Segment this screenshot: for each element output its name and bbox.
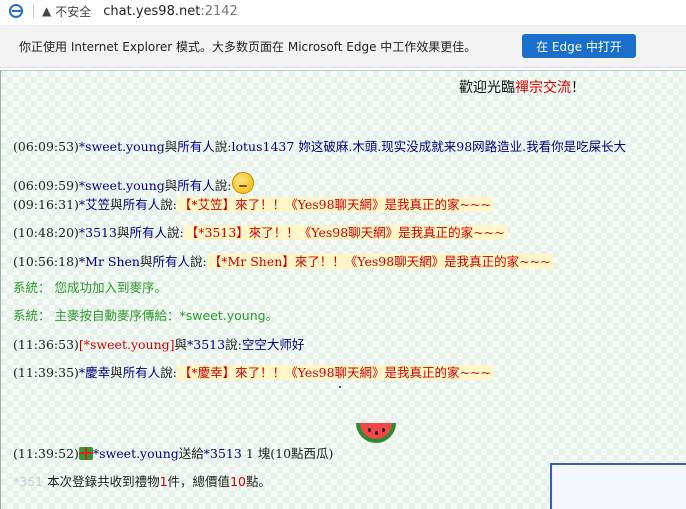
watermelon-icon: [356, 423, 396, 443]
message-said: 說:: [214, 178, 232, 193]
ie-icon: [9, 4, 23, 18]
popup-window-corner[interactable]: [550, 463, 686, 509]
summary-suffix: 點。: [245, 474, 271, 489]
gift-sender[interactable]: *sweet.young: [93, 446, 179, 461]
welcome-banner: 歡迎光臨禪宗交流！: [459, 77, 585, 97]
sender-name[interactable]: *3513: [79, 225, 117, 240]
gift-amount: 1 塊(10點西瓜): [241, 446, 334, 461]
sender-name[interactable]: [*sweet.young]: [79, 337, 175, 352]
address-bar: ▲ 不安全 chat.yes98.net:2142: [0, 0, 686, 22]
message-time: (10:48:20): [13, 225, 79, 240]
gift-summary: *351 本次登錄共收到禮物1件，總價值10點。: [13, 473, 271, 491]
message-text: 【*3513】來了！！《Yes98聊天網》是我真正的家~~~: [183, 225, 507, 240]
security-label[interactable]: 不安全: [55, 3, 91, 20]
message-text: 【*慶幸】來了！！《Yes98聊天網》是我真正的家~~~: [176, 365, 493, 380]
gift-count: 1: [159, 474, 168, 489]
recipient-name[interactable]: 所有人: [123, 197, 161, 212]
melon-seed: [375, 431, 378, 435]
message-time: (10:56:18): [13, 254, 79, 269]
message-time: (06:09:53): [13, 139, 79, 154]
message-time: (11:39:52): [13, 446, 79, 461]
message-said: 說:: [225, 337, 242, 352]
message-said: 說:: [190, 254, 207, 269]
stray-dot: [339, 386, 341, 388]
message-time: (11:36:53): [13, 337, 79, 352]
recipient-name[interactable]: 所有人: [177, 178, 215, 193]
message-said: 說:: [160, 197, 177, 212]
message-connector: 與: [139, 254, 153, 269]
summary-prefix: 本次登錄共收到禮物: [43, 474, 160, 489]
chat-message: (06:09:59)*sweet.young與所有人說:: [13, 172, 254, 195]
gift-message: (11:39:52) *sweet.young送給*3513 1 塊(10點西瓜): [13, 445, 333, 463]
recipient-name[interactable]: 所有人: [123, 365, 161, 380]
thinking-emoji-icon: [231, 172, 254, 194]
sender-name[interactable]: *Mr Shen: [79, 254, 140, 269]
sender-name[interactable]: *sweet.young: [79, 139, 165, 154]
url-port: :2142: [200, 3, 238, 19]
gift-icon: [78, 447, 93, 460]
system-user-name[interactable]: *sweet.young: [180, 308, 266, 323]
chat-message: (06:09:53)*sweet.young與所有人說:lotus1437 妳这…: [13, 138, 626, 156]
system-label: 系統：: [13, 308, 51, 323]
message-said: 說:: [167, 225, 184, 240]
warning-icon[interactable]: ▲: [42, 4, 51, 18]
chat-message: (09:16:31)*艾笠與所有人說: 【*艾笠】來了！！《Yes98聊天網》是我…: [13, 196, 493, 214]
recipient-name[interactable]: *3513: [187, 337, 225, 352]
chat-message: (11:39:35)*慶幸與所有人說: 【*慶幸】來了！！《Yes98聊天網》是我…: [13, 364, 493, 382]
system-message: 系統： 主麥按自動麥序傳給：*sweet.young。: [13, 307, 278, 325]
url-host: chat.yes98.net: [103, 3, 201, 19]
url-text[interactable]: chat.yes98.net:2142: [103, 4, 238, 19]
message-text: lotus1437 妳这破麻.木頭.现实没成就来98网路造业.我看你是吃屎长大: [231, 139, 627, 154]
system-message: 系統： 您成功加入到麥序。: [13, 279, 167, 297]
chat-message: (10:48:20)*3513與所有人說: 【*3513】來了！！《Yes98聊天…: [13, 224, 507, 242]
message-connector: 與: [116, 225, 130, 240]
chat-message: (10:56:18)*Mr Shen與所有人說: 【*Mr Shen】來了！！《Y…: [13, 253, 553, 271]
welcome-prefix: 歡迎光臨: [459, 80, 515, 96]
message-text: 【*Mr Shen】來了！！《Yes98聊天網》是我真正的家~~~: [206, 254, 553, 269]
melon-seed: [382, 428, 385, 432]
message-connector: 與: [174, 337, 188, 352]
sender-name[interactable]: *艾笠: [79, 197, 110, 212]
message-connector: 與: [110, 197, 123, 212]
address-divider: [33, 4, 34, 18]
system-text: 主麥按自動麥序傳給：: [54, 308, 180, 323]
chat-message: (11:36:53)[*sweet.young]與*3513說:空空大师好: [13, 336, 304, 354]
gift-recipient[interactable]: *3513: [204, 446, 242, 461]
chat-panel[interactable]: 歡迎光臨禪宗交流！ (06:09:53)*sweet.young與所有人說:lo…: [0, 70, 686, 509]
message-said: 說:: [160, 365, 177, 380]
recipient-name[interactable]: 所有人: [177, 139, 215, 154]
message-connector: 與: [164, 139, 178, 154]
gift-points: 10: [230, 474, 246, 489]
message-time: (09:16:31): [13, 197, 79, 212]
welcome-suffix: ！: [571, 80, 585, 96]
faded-user-name: *351: [13, 474, 44, 489]
summary-mid: 件，總價值: [167, 474, 231, 489]
recipient-name[interactable]: 所有人: [152, 254, 190, 269]
melon-seed: [368, 428, 371, 432]
message-text: 空空大师好: [241, 337, 305, 352]
gift-verb: 送給: [178, 446, 204, 461]
ie-mode-message: 你正使用 Internet Explorer 模式。大多数页面在 Microso…: [19, 39, 477, 54]
sender-name[interactable]: *慶幸: [79, 365, 110, 380]
message-time: (11:39:35): [13, 365, 79, 380]
message-connector: 與: [164, 178, 178, 193]
message-said: 說:: [214, 139, 232, 154]
ie-mode-bar: 你正使用 Internet Explorer 模式。大多数页面在 Microso…: [0, 25, 686, 68]
room-name: 禪宗交流: [515, 80, 571, 96]
system-label: 系統：: [13, 280, 51, 295]
recipient-name[interactable]: 所有人: [129, 225, 167, 240]
message-time: (06:09:59): [13, 178, 79, 193]
open-in-edge-button[interactable]: 在 Edge 中打开: [522, 34, 636, 58]
message-connector: 與: [110, 365, 123, 380]
system-end: 。: [265, 308, 279, 323]
sender-name[interactable]: *sweet.young: [79, 178, 165, 193]
system-text: 您成功加入到麥序。: [54, 280, 168, 295]
message-text: 【*艾笠】來了！！《Yes98聊天網》是我真正的家~~~: [176, 197, 493, 212]
